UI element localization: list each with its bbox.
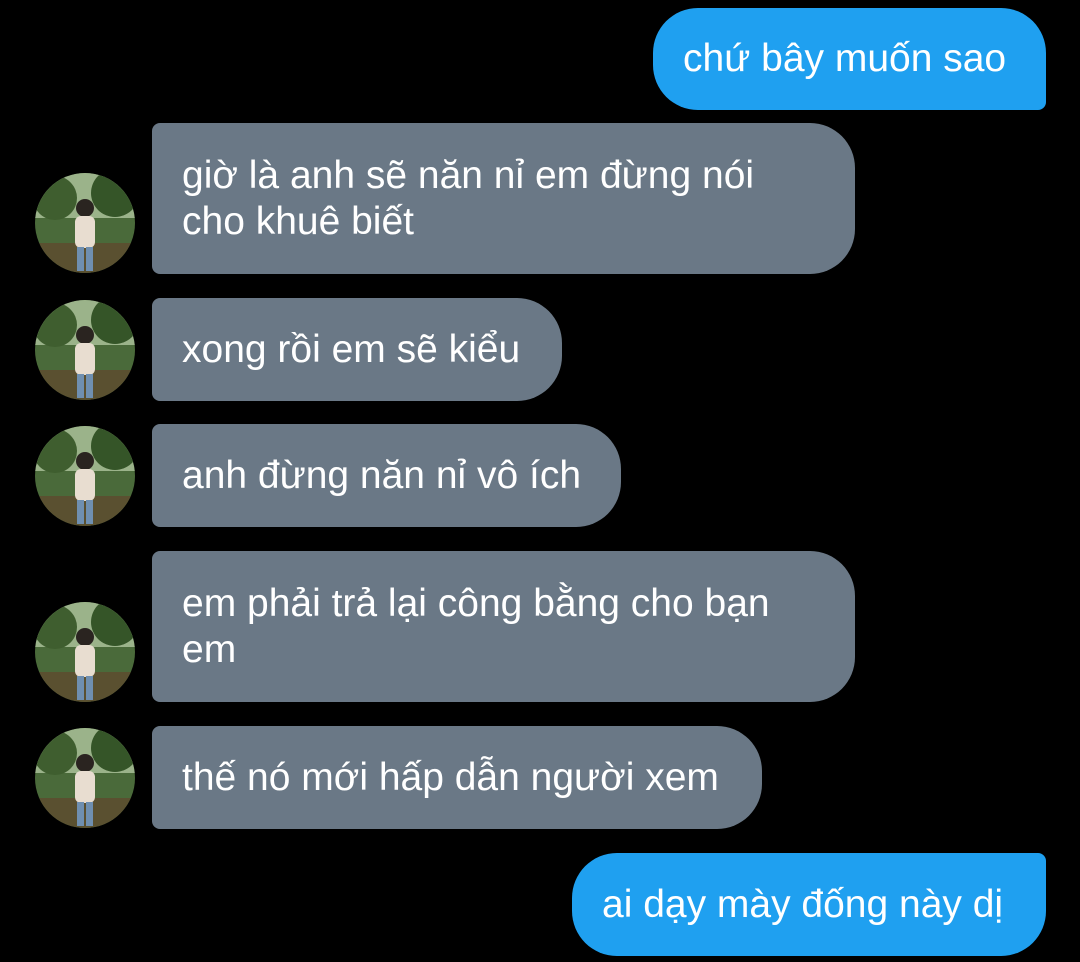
contact-avatar[interactable] <box>35 728 135 828</box>
message-bubble-incoming[interactable]: xong rồi em sẽ kiểu <box>152 298 562 401</box>
message-bubble-incoming[interactable]: anh đừng năn nỉ vô ích <box>152 424 621 527</box>
message-text: em phải trả lại công bằng cho bạn em <box>182 581 770 671</box>
avatar-photo-icon <box>35 602 135 702</box>
message-text: chứ bây muốn sao <box>683 37 1007 80</box>
contact-avatar[interactable] <box>35 300 135 400</box>
avatar-photo-icon <box>35 426 135 526</box>
contact-avatar[interactable] <box>35 173 135 273</box>
message-bubble-outgoing[interactable]: ai dạy mày đống này dị <box>572 853 1046 956</box>
message-text: xong rồi em sẽ kiểu <box>182 327 521 371</box>
contact-avatar[interactable] <box>35 426 135 526</box>
avatar-photo-icon <box>35 173 135 273</box>
message-text: thế nó mới hấp dẫn người xem <box>182 755 719 799</box>
message-bubble-outgoing[interactable]: chứ bây muốn sao <box>653 8 1046 110</box>
contact-avatar[interactable] <box>35 602 135 702</box>
message-text: ai dạy mày đống này dị <box>602 882 1004 926</box>
message-text: giờ là anh sẽ năn nỉ em đừng nói cho khu… <box>182 153 755 243</box>
avatar-photo-icon <box>35 728 135 828</box>
message-bubble-incoming[interactable]: giờ là anh sẽ năn nỉ em đừng nói cho khu… <box>152 123 855 274</box>
message-bubble-incoming[interactable]: thế nó mới hấp dẫn người xem <box>152 726 762 829</box>
message-bubble-incoming[interactable]: em phải trả lại công bằng cho bạn em <box>152 551 855 702</box>
message-text: anh đừng năn nỉ vô ích <box>182 453 582 497</box>
avatar-photo-icon <box>35 300 135 400</box>
